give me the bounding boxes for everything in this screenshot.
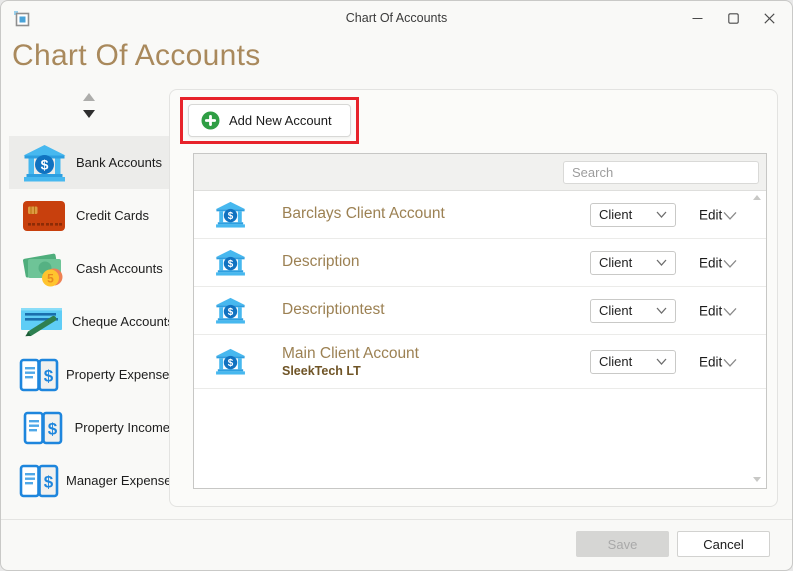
- add-new-account-label: Add New Account: [229, 113, 332, 128]
- bank-icon: $: [215, 249, 247, 276]
- ledger-icon: $: [19, 464, 59, 498]
- sidebar-item-credit-cards[interactable]: Credit Cards: [9, 189, 170, 242]
- account-row-main-client-account: $ Main Client Account SleekTech LT Clien…: [194, 335, 766, 389]
- credit-card-icon: [19, 200, 69, 232]
- svg-text:$: $: [48, 419, 58, 438]
- minimize-button[interactable]: [682, 5, 712, 32]
- svg-text:$: $: [228, 259, 234, 270]
- svg-text:$: $: [228, 307, 234, 318]
- account-type-value: Client: [599, 207, 633, 222]
- account-type-dropdown[interactable]: Client: [590, 349, 676, 374]
- sidebar-item-label: Manager Expenses: [66, 473, 179, 488]
- sidebar-item-label: Cash Accounts: [76, 261, 163, 276]
- bank-icon: $: [19, 144, 69, 182]
- sidebar-item-manager-expenses[interactable]: $ Manager Expenses: [9, 454, 178, 507]
- chevron-down-icon: [656, 211, 667, 218]
- window-title: Chart Of Accounts: [345, 11, 448, 25]
- account-type-value: Client: [599, 354, 633, 369]
- sidebar-item-label: Credit Cards: [76, 208, 149, 223]
- table-header: [194, 154, 766, 191]
- bank-icon: $: [215, 297, 247, 324]
- account-subtitle: SleekTech LT: [282, 364, 361, 378]
- category-sidebar: $ Bank Accounts Credit Cards 5 Cash Acco…: [9, 136, 178, 507]
- scroll-up-icon[interactable]: [83, 93, 95, 101]
- svg-text:$: $: [44, 472, 54, 491]
- expand-chevron-icon[interactable]: [723, 303, 737, 321]
- close-icon: [763, 13, 775, 24]
- expand-chevron-icon[interactable]: [723, 207, 737, 225]
- account-type-dropdown[interactable]: Client: [590, 250, 676, 275]
- maximize-icon: [727, 13, 739, 24]
- ledger-icon: $: [19, 411, 68, 445]
- table-scroll-down-icon[interactable]: [753, 477, 761, 482]
- account-type-value: Client: [599, 303, 633, 318]
- sidebar-item-label: Property Income: [74, 420, 170, 435]
- sidebar-item-label: Bank Accounts: [76, 155, 162, 170]
- footer-divider: [1, 519, 792, 520]
- ledger-icon: $: [19, 358, 59, 392]
- bank-icon: $: [215, 201, 247, 228]
- cheque-icon: [19, 304, 65, 340]
- chevron-down-icon: [656, 358, 667, 365]
- account-type-dropdown[interactable]: Client: [590, 298, 676, 323]
- cash-icon: 5: [19, 251, 69, 287]
- sidebar-item-cash-accounts[interactable]: 5 Cash Accounts: [9, 242, 170, 295]
- search-input[interactable]: [563, 161, 759, 184]
- expand-chevron-icon[interactable]: [723, 255, 737, 273]
- page-title: Chart Of Accounts: [12, 39, 261, 72]
- close-button[interactable]: [754, 5, 784, 32]
- account-row-description: $ Description Client Edit: [194, 239, 766, 287]
- expand-chevron-icon[interactable]: [723, 354, 737, 372]
- scroll-down-icon[interactable]: [83, 110, 95, 118]
- edit-button[interactable]: Edit: [699, 207, 722, 222]
- edit-button[interactable]: Edit: [699, 354, 722, 369]
- account-type-dropdown[interactable]: Client: [590, 202, 676, 227]
- chart-of-accounts-window: Chart Of Accounts Chart Of Accounts $ Ba…: [0, 0, 793, 571]
- plus-circle-icon: [201, 111, 220, 130]
- table-scroll-up-icon[interactable]: [753, 195, 761, 200]
- minimize-icon: [692, 17, 702, 20]
- account-row-descriptiontest: $ Descriptiontest Client Edit: [194, 287, 766, 335]
- svg-text:5: 5: [47, 271, 54, 285]
- svg-text:$: $: [44, 366, 54, 385]
- edit-button[interactable]: Edit: [699, 255, 722, 270]
- sidebar-item-label: Property Expenses: [66, 367, 176, 382]
- sidebar-item-bank-accounts[interactable]: $ Bank Accounts: [9, 136, 170, 189]
- accounts-table: $ Barclays Client Account Client Edit: [193, 153, 767, 489]
- edit-button[interactable]: Edit: [699, 303, 722, 318]
- sidebar-item-property-expenses[interactable]: $ Property Expenses: [9, 348, 176, 401]
- titlebar: Chart Of Accounts: [1, 1, 792, 37]
- cancel-button[interactable]: Cancel: [677, 531, 770, 557]
- save-button[interactable]: Save: [576, 531, 669, 557]
- chevron-down-icon: [656, 307, 667, 314]
- account-name: Main Client Account: [282, 345, 419, 362]
- sidebar-item-property-income[interactable]: $ Property Income: [9, 401, 170, 454]
- svg-text:$: $: [228, 358, 234, 369]
- account-name: Barclays Client Account: [282, 205, 445, 222]
- account-name: Description: [282, 253, 360, 270]
- svg-text:$: $: [228, 211, 234, 222]
- bank-icon: $: [215, 348, 247, 375]
- account-type-value: Client: [599, 255, 633, 270]
- account-name: Descriptiontest: [282, 301, 385, 318]
- svg-text:$: $: [40, 156, 48, 172]
- add-new-account-button[interactable]: Add New Account: [188, 104, 351, 137]
- sidebar-item-label: Cheque Accounts: [72, 314, 174, 329]
- chevron-down-icon: [656, 259, 667, 266]
- sidebar-item-cheque-accounts[interactable]: Cheque Accounts: [9, 295, 174, 348]
- account-row-barclays-client-account: $ Barclays Client Account Client Edit: [194, 191, 766, 239]
- maximize-button[interactable]: [718, 5, 748, 32]
- sidebar-scroll-arrows: [9, 93, 169, 118]
